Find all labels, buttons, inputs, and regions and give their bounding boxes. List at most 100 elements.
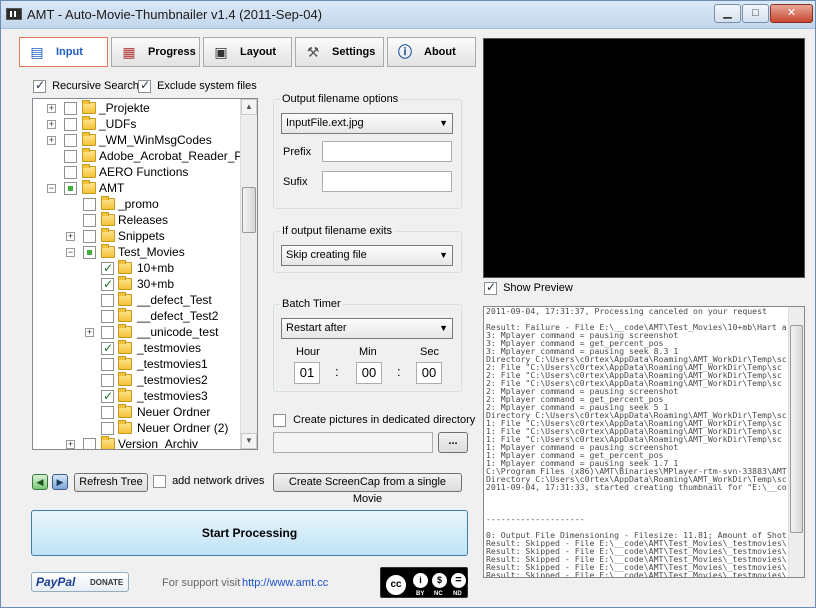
tree-checkbox[interactable] [64,182,77,195]
file-exists-select[interactable]: Skip creating file ▼ [281,245,453,266]
tree-item-label: _UDFs [99,117,137,131]
tree-item[interactable]: − Test_Movies [33,244,241,260]
tree-item[interactable]: _testmovies [33,340,241,356]
scroll-thumb[interactable] [242,187,256,233]
sec-input[interactable]: 00 [416,362,442,384]
tree-item[interactable]: 30+mb [33,276,241,292]
tree-item[interactable]: _promo [33,196,241,212]
folder-tree[interactable]: + _Projekte + _UDFs + _WM_WinMsgCodes Ad… [32,98,258,450]
batch-timer-value: Restart after [286,322,347,334]
select-all-button[interactable]: ◀ [32,474,48,490]
tree-item[interactable]: _testmovies3 [33,388,241,404]
tree-item[interactable]: Neuer Ordner (2) [33,420,241,436]
refresh-tree-button[interactable]: Refresh Tree [74,473,148,492]
tree-item[interactable]: − AMT [33,180,241,196]
tab-progress[interactable]: ▦ Progress [111,37,200,67]
filename-format-select[interactable]: InputFile.ext.jpg ▼ [281,113,453,134]
tree-item[interactable]: + Version_Archiv [33,436,241,449]
network-drives-option[interactable]: add network drives [153,475,264,488]
tree-checkbox[interactable] [101,294,114,307]
tree-item[interactable]: + __unicode_test [33,324,241,340]
maximize-button[interactable]: □ [742,4,769,23]
tree-item[interactable]: Adobe_Acrobat_Reader_Prin [33,148,256,164]
creative-commons-badge[interactable]: cc i $ = BY NC ND [380,567,468,598]
tree-checkbox[interactable] [101,388,114,404]
tree-checkbox[interactable] [64,150,77,163]
scroll-down-icon[interactable]: ▼ [241,433,257,449]
tree-checkbox[interactable] [83,198,96,211]
tree-item[interactable]: __defect_Test2 [33,308,241,324]
tree-item[interactable]: __defect_Test [33,292,241,308]
tree-item[interactable]: Neuer Ordner [33,404,241,420]
tree-item[interactable]: + _WM_WinMsgCodes [33,132,241,148]
batch-timer-select[interactable]: Restart after ▼ [281,318,453,339]
exclude-system-option[interactable]: Exclude system files [138,78,257,93]
tree-item[interactable]: AERO Functions [33,164,241,180]
expand-icon[interactable]: + [47,120,56,129]
scroll-up-icon[interactable]: ▲ [241,99,257,115]
dedicated-directory-input[interactable] [273,432,433,453]
start-processing-button[interactable]: Start Processing [31,510,468,556]
show-preview-option[interactable]: Show Preview [484,280,573,295]
folder-icon [82,132,96,146]
folder-icon [118,292,132,306]
expand-icon[interactable]: + [85,328,94,337]
tree-checkbox[interactable] [101,406,114,419]
expand-icon[interactable]: + [47,136,56,145]
dedicated-directory-option[interactable]: Create pictures in dedicated directory [273,414,475,427]
log-scrollbar[interactable] [788,307,804,577]
exclude-system-checkbox[interactable] [138,78,151,93]
tree-checkbox[interactable] [101,374,114,387]
tree-item[interactable]: + Snippets [33,228,241,244]
expand-icon[interactable]: + [66,232,75,241]
tree-checkbox[interactable] [64,118,77,131]
tree-checkbox[interactable] [101,358,114,371]
paypal-donate-button[interactable]: PayPal DONATE [31,572,129,592]
tree-checkbox[interactable] [83,230,96,243]
tree-checkbox[interactable] [64,166,77,179]
tree-checkbox[interactable] [101,260,114,276]
show-preview-checkbox[interactable] [484,280,497,295]
dedicated-directory-checkbox[interactable] [273,414,286,427]
tree-item[interactable]: _testmovies1 [33,356,241,372]
browse-button[interactable]: ... [438,432,468,453]
minimize-button[interactable]: ▁ [714,4,741,23]
tree-checkbox[interactable] [101,340,114,356]
tree-checkbox[interactable] [101,276,114,292]
prefix-input[interactable] [322,141,452,162]
tree-item[interactable]: 10+mb [33,260,241,276]
expand-icon[interactable]: + [47,104,56,113]
scroll-thumb[interactable] [790,325,803,533]
tree-checkbox[interactable] [64,102,77,115]
tree-checkbox[interactable] [101,310,114,323]
tree-checkbox[interactable] [83,214,96,227]
support-link[interactable]: http://www.amt.cc [242,577,328,589]
sufix-input[interactable] [322,171,452,192]
recursive-search-checkbox[interactable] [33,78,46,93]
tab-settings[interactable]: ⚒ Settings [295,37,384,67]
close-button[interactable]: ✕ [770,4,813,23]
tab-input[interactable]: ▤ Input [19,37,108,67]
recursive-search-option[interactable]: Recursive Search [33,78,139,93]
hour-input[interactable]: 01 [294,362,320,384]
min-input[interactable]: 00 [356,362,382,384]
tree-checkbox[interactable] [101,422,114,435]
tree-item[interactable]: + _UDFs [33,116,241,132]
tree-item[interactable]: Releases [33,212,241,228]
tab-layout[interactable]: ▣ Layout [203,37,292,67]
network-drives-checkbox[interactable] [153,475,166,488]
deselect-all-button[interactable]: ▶ [52,474,68,490]
tree-scrollbar[interactable]: ▲ ▼ [240,99,257,449]
tree-checkbox[interactable] [83,246,96,259]
tree-item[interactable]: + _Projekte [33,100,241,116]
tree-checkbox[interactable] [101,326,114,339]
tree-checkbox[interactable] [83,438,96,449]
log-output[interactable]: 2011-09-04, 17:31:37, Processing cancele… [483,306,805,578]
tab-about[interactable]: ⓘ About [387,37,476,67]
collapse-icon[interactable]: − [66,248,75,257]
tree-checkbox[interactable] [64,134,77,147]
tree-item[interactable]: _testmovies2 [33,372,241,388]
collapse-icon[interactable]: − [47,184,56,193]
screencap-button[interactable]: Create ScreenCap from a single Movie [273,473,462,505]
expand-icon[interactable]: + [66,440,75,449]
